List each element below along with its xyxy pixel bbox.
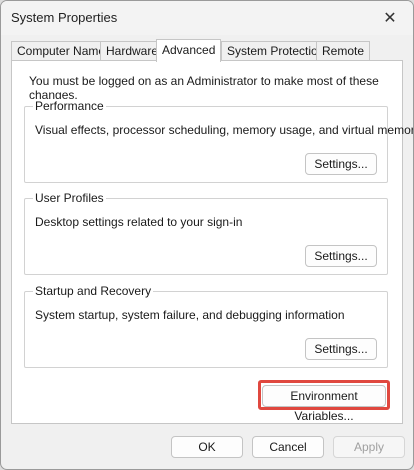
close-icon: ✕	[383, 10, 397, 27]
startup-recovery-label: Startup and Recovery	[33, 284, 154, 298]
performance-settings-button[interactable]: Settings...	[305, 153, 377, 175]
user-profiles-description: Desktop settings related to your sign-in	[35, 215, 243, 229]
startup-recovery-settings-button[interactable]: Settings...	[305, 338, 377, 360]
user-profiles-label: User Profiles	[33, 191, 106, 205]
system-properties-window: System Properties ✕ Computer Name Hardwa…	[0, 0, 414, 470]
tab-advanced[interactable]: Advanced	[156, 39, 222, 62]
tab-computer-name[interactable]: Computer Name	[11, 41, 112, 61]
tab-remote[interactable]: Remote	[316, 41, 371, 61]
user-profiles-group: User Profiles Desktop settings related t…	[24, 191, 388, 275]
title-bar: System Properties ✕	[1, 1, 413, 35]
startup-recovery-description: System startup, system failure, and debu…	[35, 308, 345, 322]
apply-button[interactable]: Apply	[333, 436, 405, 458]
performance-description: Visual effects, processor scheduling, me…	[35, 123, 414, 137]
window-title: System Properties	[11, 10, 118, 25]
environment-variables-button[interactable]: Environment Variables...	[262, 385, 386, 423]
performance-label: Performance	[33, 99, 106, 113]
user-profiles-settings-button[interactable]: Settings...	[305, 245, 377, 267]
close-button[interactable]: ✕	[367, 1, 413, 35]
advanced-tab-panel: You must be logged on as an Administrato…	[11, 60, 413, 424]
admin-note: You must be logged on as an Administrato…	[29, 74, 379, 102]
startup-recovery-group: Startup and Recovery System startup, sys…	[24, 284, 388, 368]
tab-system-protection[interactable]: System Protection	[221, 41, 331, 61]
cancel-button[interactable]: Cancel	[252, 436, 324, 458]
performance-group: Performance Visual effects, processor sc…	[24, 99, 413, 183]
ok-button[interactable]: OK	[171, 436, 243, 458]
dialog-button-bar: OK Cancel Apply	[1, 425, 413, 469]
tab-hardware[interactable]: Hardware	[100, 41, 165, 61]
